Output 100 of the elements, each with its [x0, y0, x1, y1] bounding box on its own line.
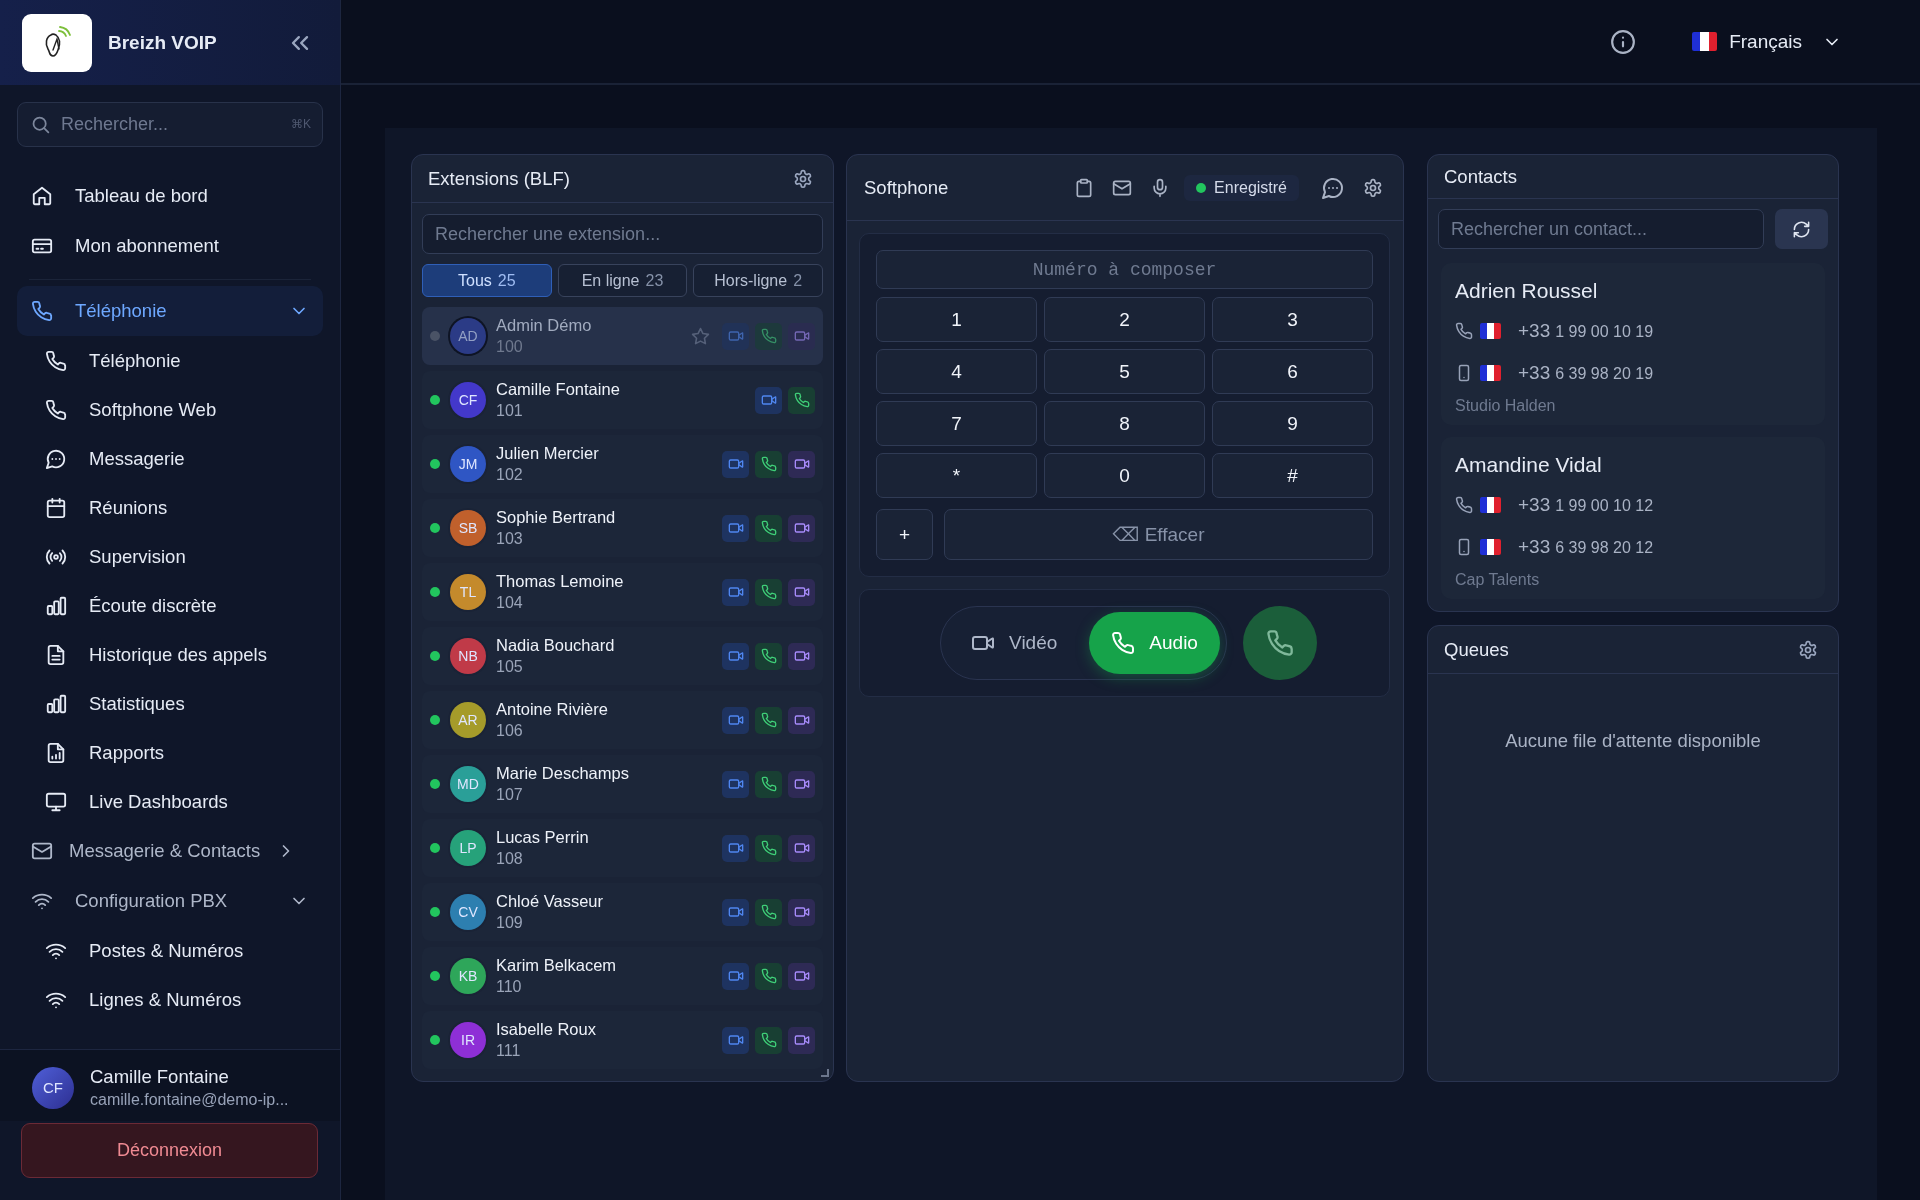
video-button[interactable]	[755, 386, 782, 414]
dial-key[interactable]: 4	[876, 349, 1037, 394]
extension-name: Antoine Rivière	[496, 700, 609, 719]
video-button[interactable]	[788, 514, 815, 542]
phone-number[interactable]: +33 6 39 98 20 19	[1518, 362, 1654, 384]
flag-icon	[1480, 323, 1501, 339]
phone-icon	[760, 648, 777, 664]
video-button[interactable]	[788, 450, 815, 478]
nav-group[interactable]: Messagerie & Contacts	[17, 826, 323, 876]
search-field[interactable]: Rechercher un contact...	[1438, 209, 1764, 249]
extension-row[interactable]: AD Admin Démo 100	[422, 307, 823, 365]
flag-icon	[1692, 32, 1718, 51]
dial-key[interactable]: 1	[876, 297, 1037, 342]
video-button[interactable]	[788, 578, 815, 606]
call-button[interactable]	[755, 834, 782, 862]
call-button[interactable]	[755, 962, 782, 990]
dial-key[interactable]: 9	[1212, 401, 1373, 446]
phone-number[interactable]: +33 1 99 00 10 19	[1518, 320, 1654, 342]
nav-item[interactable]: Rapports	[17, 728, 323, 777]
nav-item[interactable]: Écoute discrète	[17, 581, 323, 630]
flag-icon	[1480, 497, 1501, 513]
nav-item[interactable]: Statistiques	[17, 679, 323, 728]
video-button[interactable]	[722, 834, 749, 862]
call-button[interactable]	[755, 770, 782, 798]
dial-key[interactable]: 7	[876, 401, 1037, 446]
call-button[interactable]	[788, 386, 815, 414]
settings-icon	[1798, 639, 1818, 660]
mode-option[interactable]: Vidéo	[967, 612, 1080, 674]
phone-number[interactable]: +33 6 39 98 20 12	[1518, 536, 1654, 558]
contact-card[interactable]: Adrien Roussel +33 1 99 00 10 19 +33 6 39 98 20 19 Studio Halden	[1441, 263, 1825, 425]
video-button[interactable]	[788, 898, 815, 926]
mail-icon	[31, 840, 53, 862]
nav-item[interactable]: Tableau de bord	[17, 171, 323, 221]
video-button[interactable]	[788, 642, 815, 670]
video-button[interactable]	[722, 962, 749, 990]
info-icon	[1610, 28, 1637, 55]
call-button[interactable]	[755, 514, 782, 542]
video-button[interactable]	[788, 770, 815, 798]
nav-item[interactable]: Supervision	[17, 532, 323, 581]
plus-key[interactable]: +	[876, 509, 933, 560]
video-button[interactable]	[722, 1026, 749, 1054]
video-button[interactable]	[788, 1026, 815, 1054]
video-button[interactable]	[788, 706, 815, 734]
chat-icon	[1321, 175, 1345, 200]
video-button[interactable]	[788, 834, 815, 862]
video-button[interactable]	[788, 322, 815, 350]
call-button[interactable]	[755, 578, 782, 606]
nav-group[interactable]: Téléphonie	[17, 286, 323, 336]
dial-key[interactable]: 5	[1044, 349, 1205, 394]
nav-item[interactable]: Téléphonie	[17, 336, 323, 385]
call-button[interactable]	[755, 706, 782, 734]
phone-icon	[760, 1032, 777, 1048]
extension-name: Chloé Vasseur	[496, 892, 604, 911]
contact-card[interactable]: Amandine Vidal +33 1 99 00 10 12 +33 6 39 98 20 12 Cap Talents	[1441, 437, 1825, 599]
video-button[interactable]	[722, 770, 749, 798]
call-button[interactable]	[755, 450, 782, 478]
nav-item[interactable]: Mon abonnement	[17, 221, 323, 271]
dial-key[interactable]: #	[1212, 453, 1373, 498]
dial-key[interactable]: 6	[1212, 349, 1373, 394]
refresh-button[interactable]	[1775, 209, 1828, 249]
nav-item[interactable]: Historique des appels	[17, 630, 323, 679]
call-button[interactable]	[755, 898, 782, 926]
video-icon	[793, 904, 810, 920]
nav-item[interactable]: Live Dashboards	[17, 777, 323, 826]
video-button[interactable]	[722, 514, 749, 542]
video-button[interactable]	[722, 450, 749, 478]
nav-item[interactable]: Messagerie	[17, 434, 323, 483]
call-button[interactable]	[755, 642, 782, 670]
filter-tab[interactable]: Tous 25	[422, 264, 552, 297]
filter-tab[interactable]: En ligne 23	[557, 264, 688, 297]
nav-group[interactable]: Configuration PBX	[17, 876, 323, 926]
phone-number[interactable]: +33 1 99 00 10 12	[1518, 494, 1654, 516]
resize-handle[interactable]	[821, 1069, 829, 1077]
filter-tab[interactable]: Hors-ligne 2	[693, 264, 823, 297]
video-button[interactable]	[722, 578, 749, 606]
nav-item[interactable]: Lignes & Numéros	[17, 975, 323, 1024]
dial-key[interactable]: 0	[1044, 453, 1205, 498]
phone-icon	[760, 712, 777, 728]
video-button[interactable]	[722, 898, 749, 926]
call-button[interactable]	[755, 1026, 782, 1054]
contact-name: Adrien Roussel	[1455, 279, 1599, 303]
video-button[interactable]	[722, 642, 749, 670]
dial-key[interactable]: 8	[1044, 401, 1205, 446]
nav-item[interactable]: Softphone Web	[17, 385, 323, 434]
video-button[interactable]	[788, 962, 815, 990]
search-field[interactable]: Rechercher une extension...	[422, 214, 823, 254]
video-icon	[727, 1032, 744, 1048]
number-field[interactable]: Numéro à composer	[876, 250, 1373, 289]
call-button[interactable]	[755, 322, 782, 350]
language-selector[interactable]: Français	[1686, 29, 1848, 54]
dial-key[interactable]: 2	[1044, 297, 1205, 342]
extension-number: 105	[496, 658, 524, 676]
dial-key[interactable]: *	[876, 453, 1037, 498]
logout-button[interactable]: Déconnexion	[21, 1123, 318, 1178]
nav-item[interactable]: Réunions	[17, 483, 323, 532]
dial-key[interactable]: 3	[1212, 297, 1373, 342]
nav-item[interactable]: Postes & Numéros	[17, 926, 323, 975]
contact-name: Amandine Vidal	[1455, 453, 1603, 477]
video-button[interactable]	[722, 706, 749, 734]
clear-button[interactable]: ⌫ Effacer	[944, 509, 1373, 560]
